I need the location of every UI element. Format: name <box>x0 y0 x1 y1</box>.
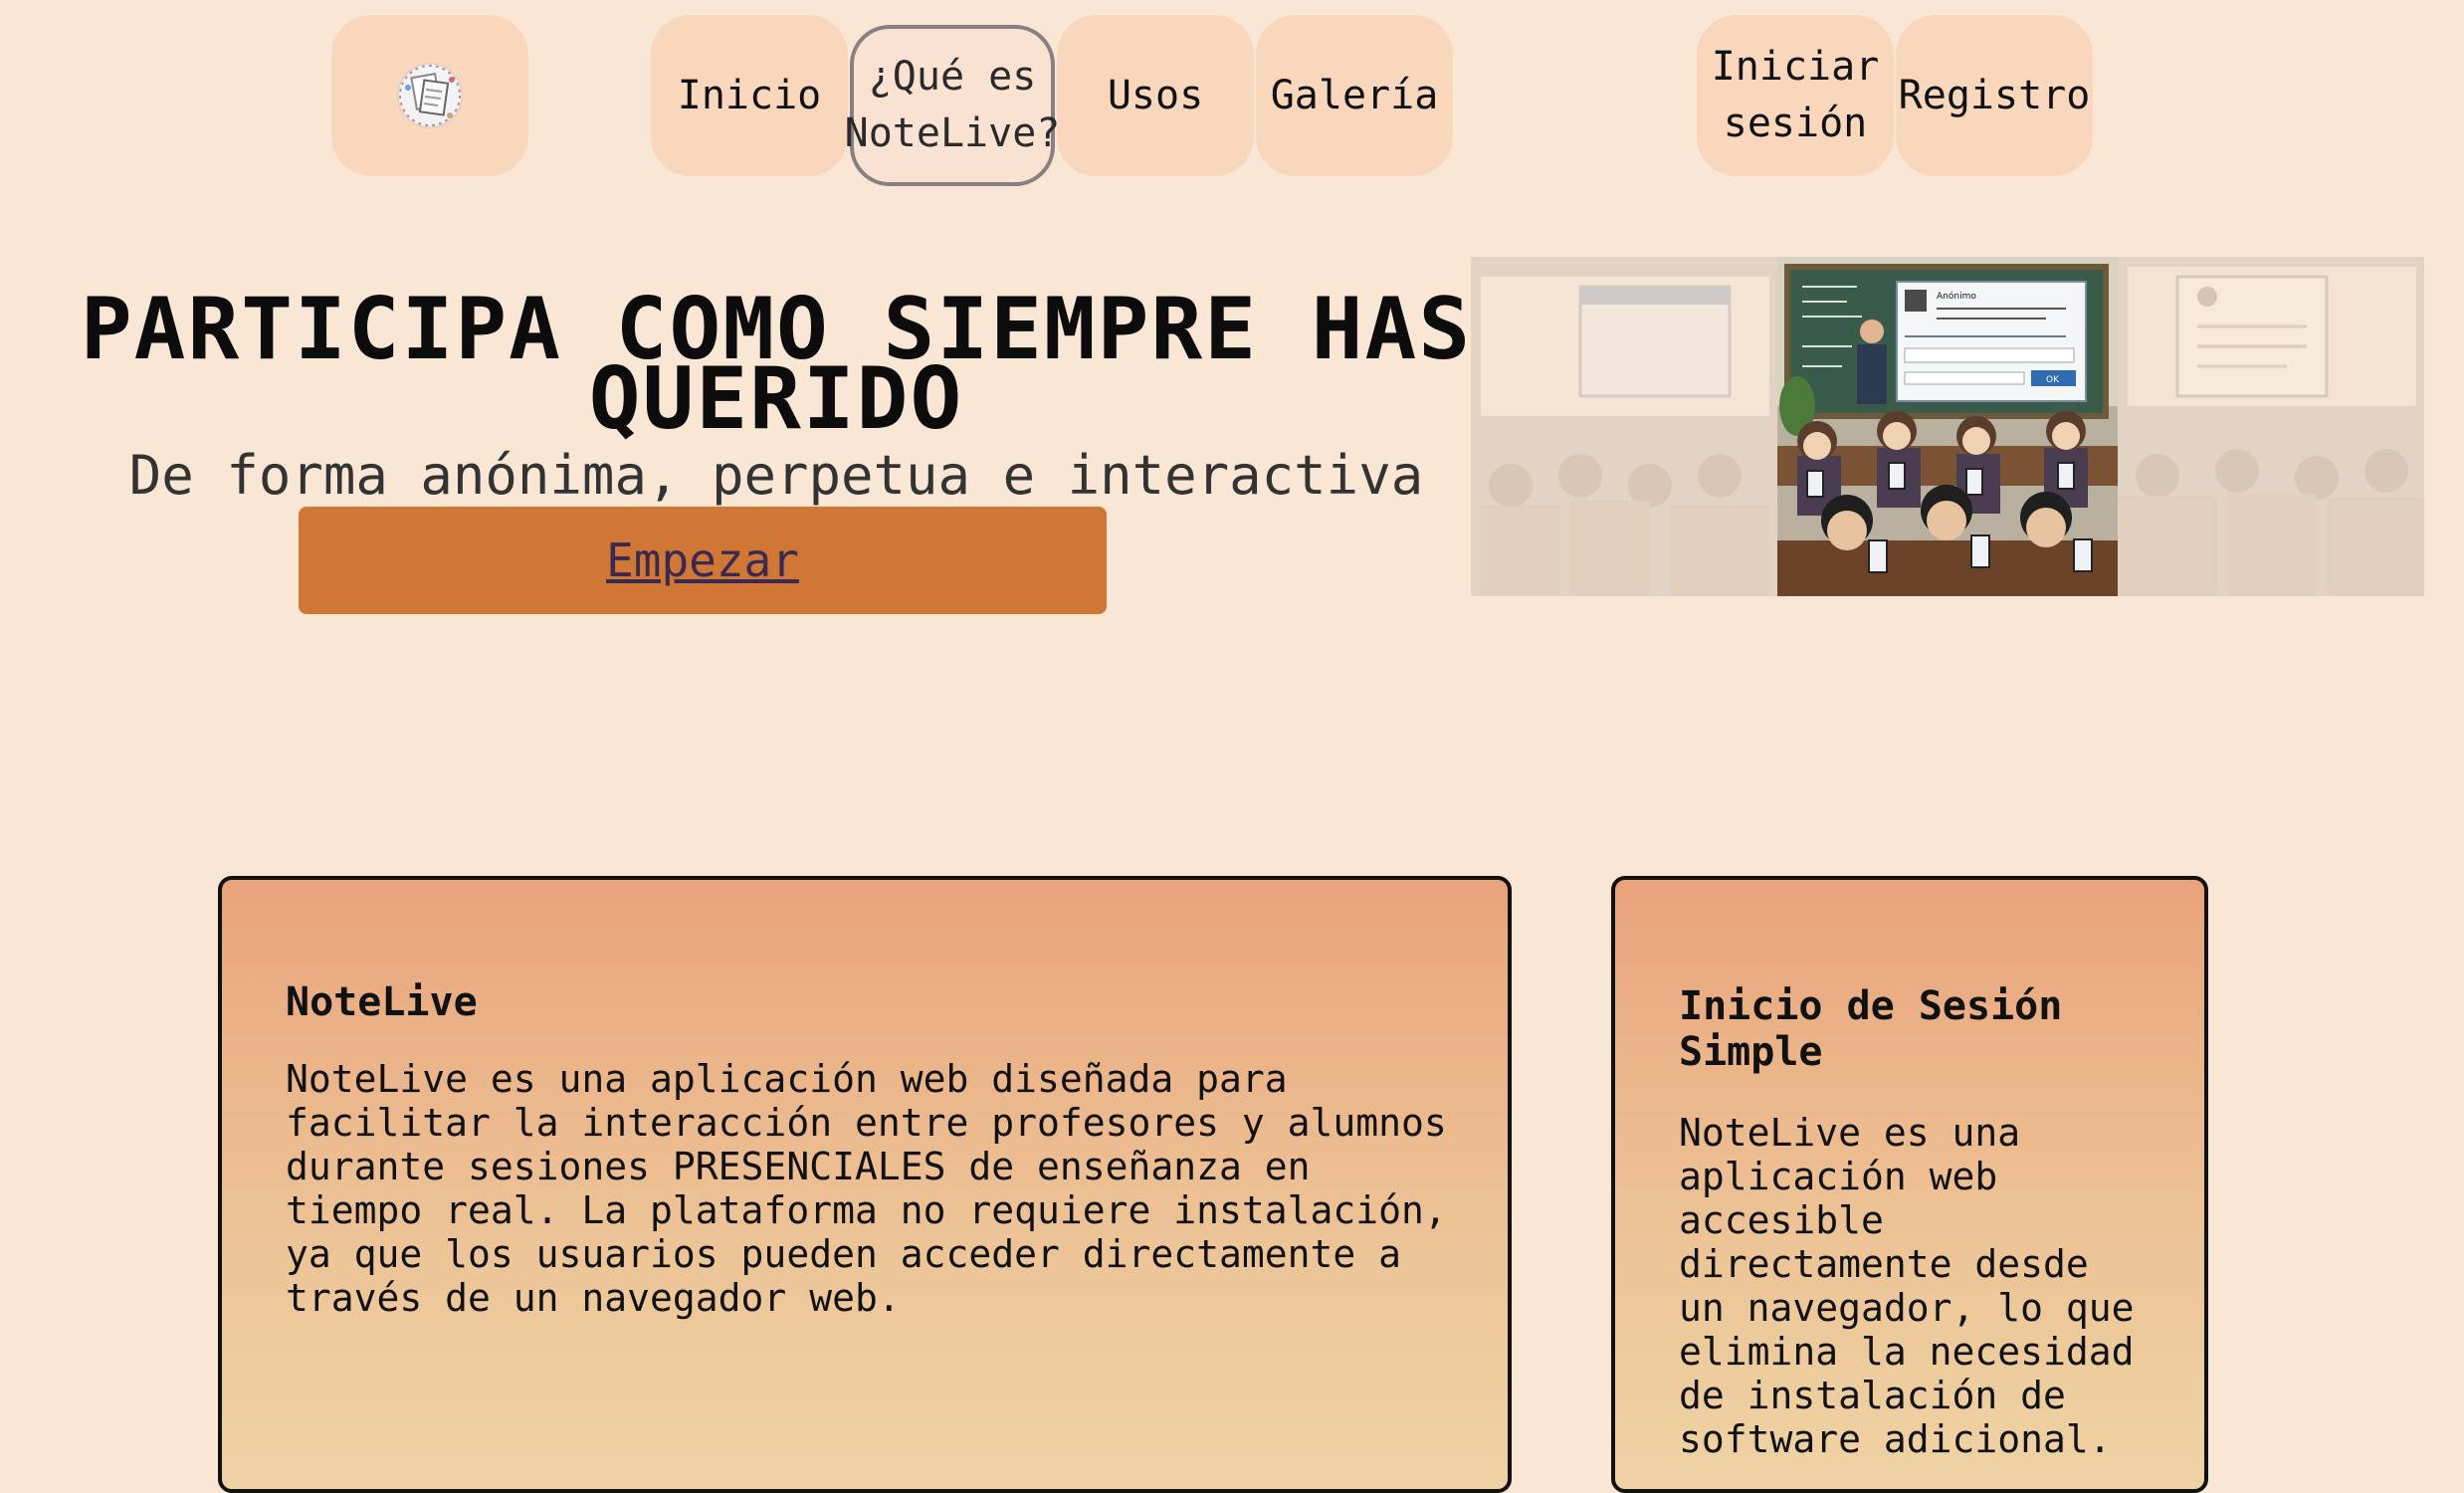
card-simple-login-title: Inicio de Sesión Simple <box>1679 983 2063 1075</box>
card-notelive-text: NoteLive es una aplicación web diseñada … <box>286 1057 1447 1320</box>
nav-inicio[interactable]: Inicio <box>651 15 848 176</box>
register-label: Registro <box>1898 72 2091 118</box>
image-carousel[interactable]: Anónimo OK <box>1471 257 2424 596</box>
carousel-slide-next <box>2118 257 2424 596</box>
carousel-slide-current: Anónimo OK <box>1777 257 2118 596</box>
nav-usos[interactable]: Usos <box>1057 15 1254 176</box>
card-simple-login-text: NoteLive es una aplicación web accesible… <box>1679 1111 2135 1461</box>
nav-que-es-label: ¿Qué es NoteLive? <box>844 54 1061 156</box>
hero-subtitle: De forma anónima, perpetua e interactiva <box>128 444 1424 507</box>
register-button[interactable]: Registro <box>1896 15 2093 176</box>
card-notelive-title: NoteLive <box>286 979 478 1025</box>
popup-title: Anónimo <box>1937 291 1976 302</box>
nav-inicio-label: Inicio <box>677 72 822 118</box>
logo-button[interactable] <box>331 15 528 176</box>
start-button[interactable]: Empezar <box>299 507 1107 614</box>
nav-galeria[interactable]: Galería <box>1256 15 1453 176</box>
card-simple-login: Inicio de Sesión Simple NoteLive es una … <box>1611 876 2208 1493</box>
popup-ok-label: OK <box>2046 375 2060 385</box>
login-label: Iniciar sesión <box>1711 44 1880 146</box>
card-notelive: NoteLive NoteLive es una aplicación web … <box>218 876 1512 1493</box>
hero-title: PARTICIPA COMO SIEMPRE HAS QUERIDO <box>80 280 1473 449</box>
nav-usos-label: Usos <box>1107 72 1204 118</box>
nav-que-es-notelive[interactable]: ¿Qué es NoteLive? <box>845 25 1060 186</box>
notelive-logo-icon <box>397 63 463 128</box>
carousel-slide-previous <box>1471 257 1779 596</box>
login-button[interactable]: Iniciar sesión <box>1697 15 1894 176</box>
nav-galeria-label: Galería <box>1270 72 1439 118</box>
